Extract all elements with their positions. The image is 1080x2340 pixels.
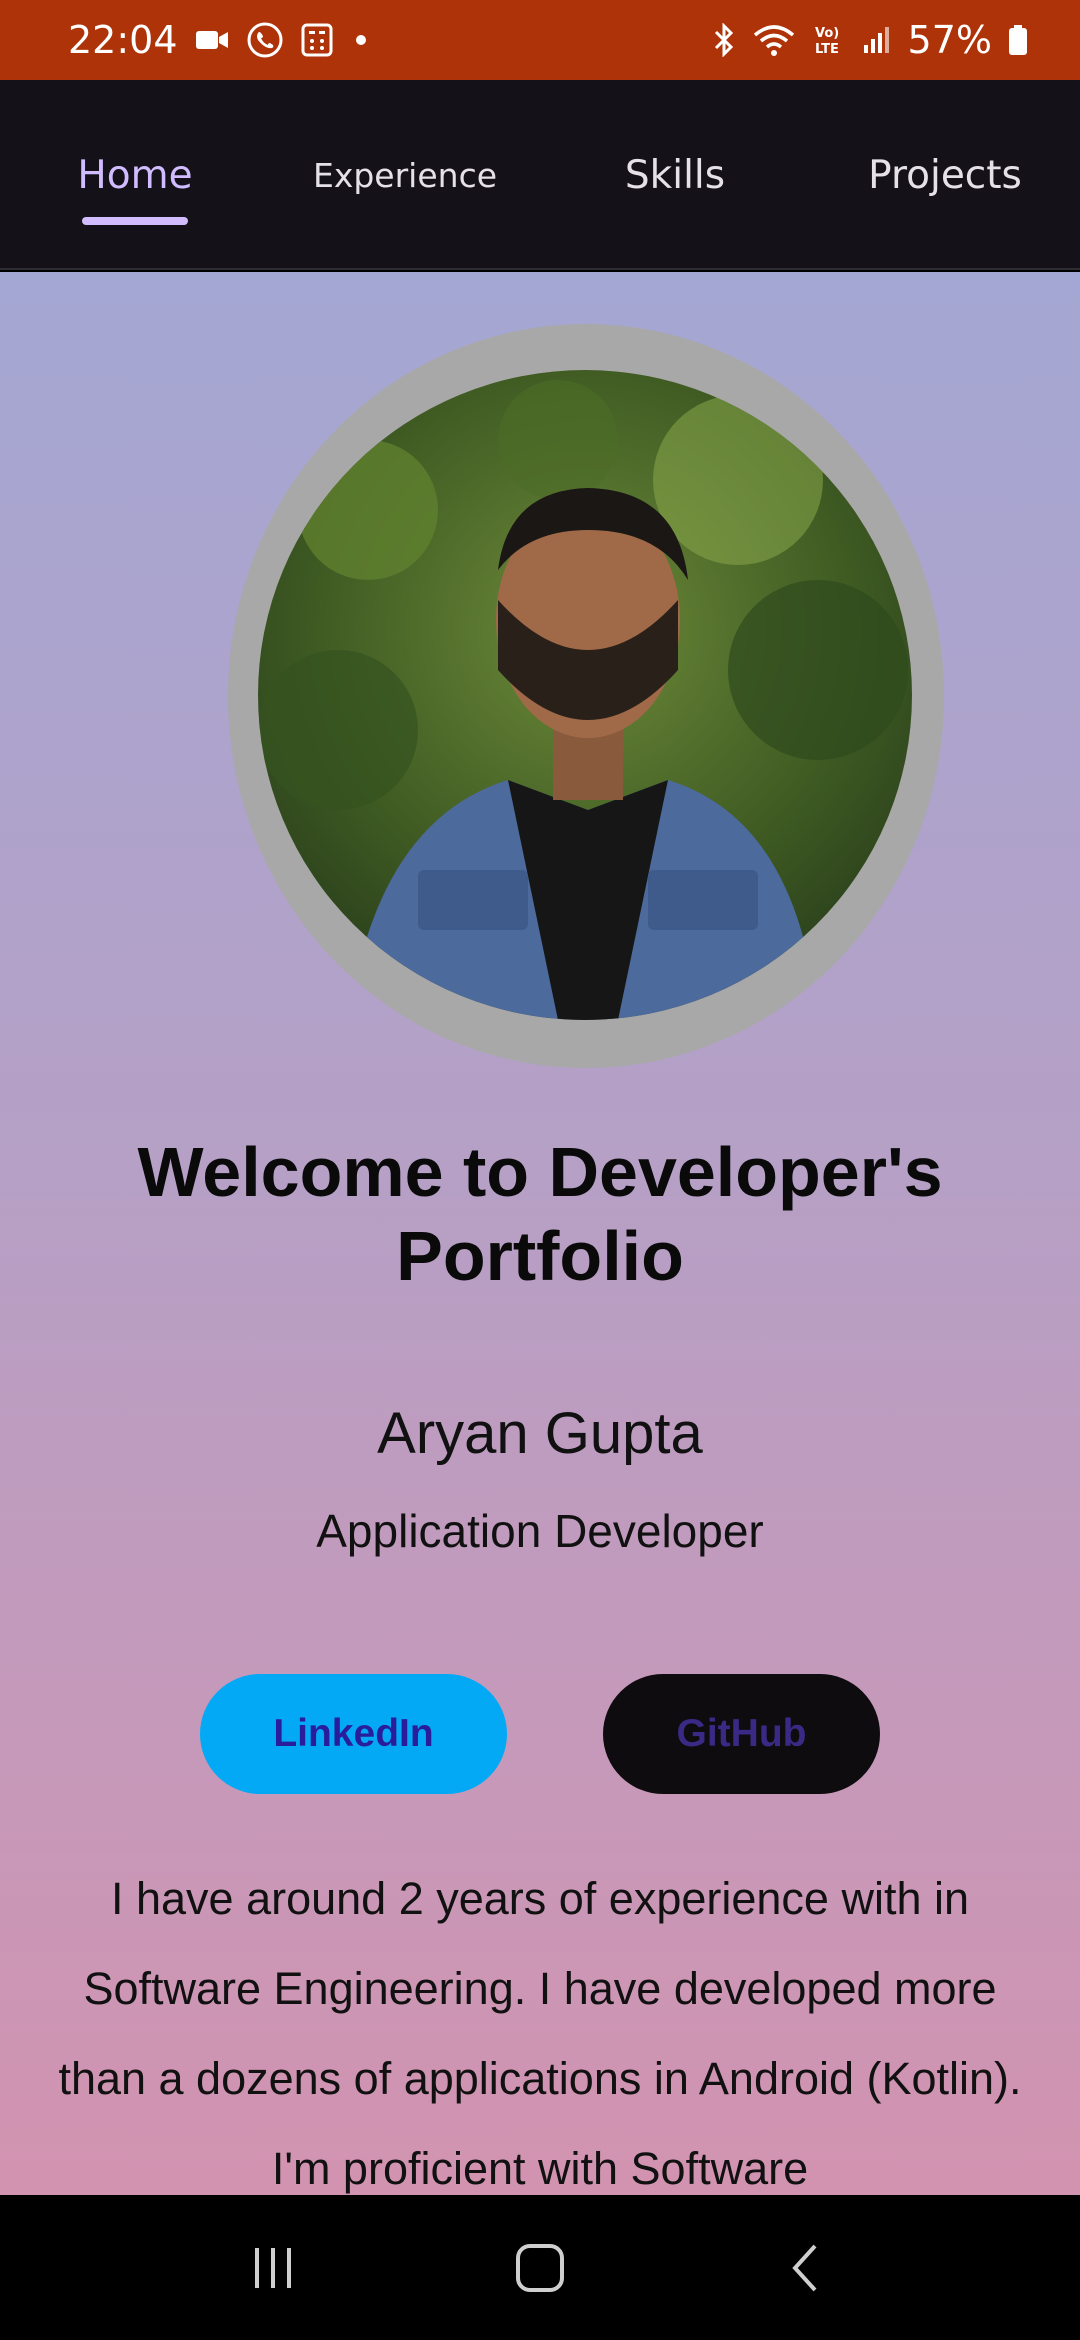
home-button[interactable]: [480, 2218, 600, 2318]
active-tab-indicator: [82, 217, 188, 225]
status-right: Vo) LTE 57%: [712, 18, 1028, 62]
volte-icon: Vo) LTE: [812, 23, 846, 57]
signal-icon: [862, 25, 892, 55]
video-call-icon: [194, 27, 230, 53]
wifi-icon: [752, 23, 796, 57]
developer-role: Application Developer: [316, 1505, 764, 1557]
profile-photo: [258, 370, 912, 1020]
tab-experience[interactable]: Experience: [300, 80, 510, 270]
notification-dot: [355, 35, 366, 45]
page-title: Welcome to Developer's Portfolio: [137, 1133, 943, 1295]
system-nav-bar: [0, 2195, 1080, 2340]
tab-skills[interactable]: Skills: [605, 80, 745, 270]
calculator-icon: [300, 22, 334, 58]
tab-bar: Home Experience Skills Projects: [0, 80, 1080, 270]
whatsapp-call-icon: [246, 21, 284, 59]
home-content: Welcome to Developer's Portfolio Aryan G…: [0, 272, 1080, 2195]
tab-home[interactable]: Home: [60, 80, 210, 270]
status-bar: 22:04 Vo) LTE 57%: [0, 0, 1080, 80]
linkedin-button[interactable]: LinkedIn: [200, 1674, 507, 1794]
status-time: 22:04: [68, 18, 178, 62]
status-left: 22:04: [68, 18, 366, 62]
svg-text:Vo): Vo): [815, 26, 839, 41]
back-icon: [791, 2244, 817, 2291]
github-button[interactable]: GitHub: [603, 1674, 880, 1794]
bio-text: I have around 2 years of experience with…: [58, 1873, 1022, 2194]
recent-apps-button[interactable]: [213, 2218, 333, 2318]
battery-icon: [1008, 24, 1028, 56]
home-icon: [515, 2243, 564, 2292]
recent-apps-icon: [255, 2247, 292, 2288]
developer-name: Aryan Gupta: [377, 1401, 703, 1466]
battery-percentage: 57%: [907, 18, 992, 62]
tab-projects[interactable]: Projects: [850, 80, 1040, 270]
back-button[interactable]: [747, 2218, 867, 2318]
bluetooth-icon: [712, 23, 736, 57]
svg-text:LTE: LTE: [815, 42, 839, 57]
